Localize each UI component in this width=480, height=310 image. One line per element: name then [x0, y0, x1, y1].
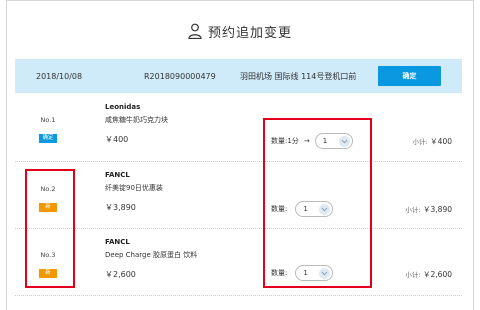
- subtotal-value: ￥2,600: [423, 270, 452, 279]
- product-name: Deep Charge 胶原蛋白 饮料: [105, 251, 198, 259]
- product-brand: Leonidas: [105, 103, 141, 111]
- list-item: No.3 新 FANCL Deep Charge 胶原蛋白 饮料 ￥2,600 …: [15, 228, 462, 296]
- item-number-cell: No.1 确定: [32, 116, 64, 143]
- highlight-box-quantity: [263, 118, 372, 288]
- subtotal-label: 小计:: [405, 206, 421, 214]
- product-brand: FANCL: [105, 171, 130, 179]
- status-badge: 确定: [39, 134, 57, 143]
- item-number: No.1: [40, 116, 56, 124]
- product-price: ￥2,600: [105, 270, 136, 279]
- product-info: FANCL 纤美锭90日优惠装 ￥3,890: [105, 171, 163, 213]
- product-info: Leonidas 咸焦糖牛奶巧克力块 ￥400: [105, 103, 168, 145]
- subtotal-label: 小计:: [405, 271, 421, 279]
- list-item: No.1 确定 Leonidas 咸焦糖牛奶巧克力块 ￥400 数量:1分 → …: [15, 93, 462, 161]
- page-title: 预约追加变更: [207, 25, 292, 41]
- page-header: 预约追加变更: [7, 19, 473, 43]
- divider: [15, 295, 462, 296]
- order-info-bar: 2018/10/08 R2018090000479 羽田机场 国际线 114号登…: [15, 59, 462, 93]
- subtotal-value: ￥400: [430, 137, 452, 146]
- product-name: 纤美锭90日优惠装: [105, 184, 163, 192]
- order-number: R2018090000479: [144, 71, 216, 81]
- pickup-location: 羽田机场 国际线 114号登机口前: [240, 71, 357, 81]
- subtotal-label: 小计:: [412, 138, 428, 146]
- product-name: 咸焦糖牛奶巧克力块: [105, 116, 168, 124]
- subtotal: 小计: ￥2,600: [405, 269, 452, 280]
- product-price: ￥400: [105, 135, 129, 144]
- confirm-button[interactable]: 确定: [378, 66, 441, 86]
- product-brand: FANCL: [105, 238, 130, 246]
- order-date: 2018/10/08: [36, 71, 83, 81]
- subtotal: 小计: ￥400: [413, 136, 452, 147]
- list-item: No.2 新 FANCL 纤美锭90日优惠装 ￥3,890 数量: 1 小计: …: [15, 161, 462, 228]
- highlight-box-item-numbers: [25, 169, 75, 288]
- user-icon: [188, 23, 202, 39]
- subtotal: 小计: ￥3,890: [405, 204, 452, 215]
- product-info: FANCL Deep Charge 胶原蛋白 饮料 ￥2,600: [105, 238, 197, 280]
- subtotal-value: ￥3,890: [423, 205, 452, 214]
- product-price: ￥3,890: [105, 203, 136, 212]
